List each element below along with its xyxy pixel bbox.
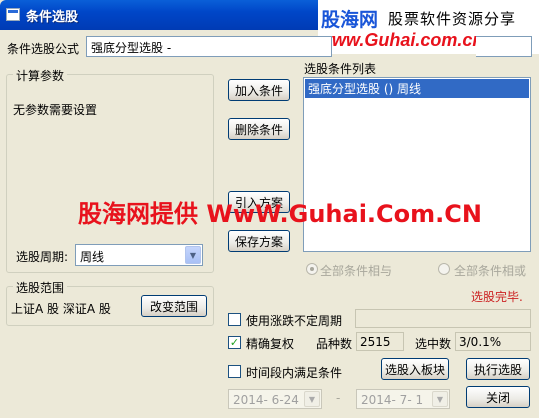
- precise-restore-label: 精确复权: [246, 337, 295, 351]
- start-date-picker[interactable]: 2014- 6-24 ▼: [228, 389, 322, 409]
- add-condition-button[interactable]: 加入条件: [228, 79, 290, 101]
- all-or-radio[interactable]: [438, 263, 450, 275]
- formula-input[interactable]: 强底分型选股 -: [86, 36, 332, 57]
- close-button[interactable]: 关闭: [466, 386, 530, 408]
- period-value: 周线: [80, 250, 105, 264]
- status-text: 选股完毕.: [471, 290, 523, 304]
- uneven-period-field: [355, 309, 531, 328]
- window-title: 条件选股: [26, 10, 79, 25]
- delete-condition-button[interactable]: 删除条件: [228, 118, 290, 140]
- to-block-button[interactable]: 选股入板块: [381, 358, 449, 380]
- count-value: 2515: [356, 332, 404, 351]
- chevron-down-icon[interactable]: ▼: [432, 391, 448, 407]
- formula-input-tail: [476, 36, 532, 57]
- range-legend: 选股范围: [13, 279, 68, 296]
- end-date-value: 2014- 7- 1: [361, 393, 424, 407]
- selected-value: 3/0.1%: [455, 332, 531, 351]
- save-scheme-button[interactable]: 保存方案: [228, 230, 290, 252]
- start-date-value: 2014- 6-24: [233, 393, 299, 407]
- all-and-radio[interactable]: [306, 263, 318, 275]
- watermark-url: www.Guhai.com.cn: [318, 30, 484, 50]
- chevron-down-icon[interactable]: ▼: [304, 391, 320, 407]
- all-and-label: 全部条件相与: [320, 264, 393, 278]
- condition-list-label: 选股条件列表: [304, 62, 377, 76]
- time-period-checkbox[interactable]: [228, 365, 241, 378]
- watermark-overlay: 股海网提供 WwW.Guhai.Com.CN: [78, 200, 482, 228]
- execute-button[interactable]: 执行选股: [466, 358, 530, 380]
- chevron-down-icon[interactable]: ▼: [185, 246, 201, 264]
- date-separator: -: [336, 391, 341, 405]
- checkmark-icon: ✓: [229, 336, 240, 349]
- count-label: 品种数: [316, 337, 353, 351]
- list-item[interactable]: 强底分型选股 () 周线: [305, 79, 529, 98]
- precise-restore-checkbox[interactable]: ✓: [228, 336, 241, 349]
- params-legend: 计算参数: [13, 67, 68, 84]
- time-period-label: 时间段内满足条件: [246, 366, 343, 380]
- change-range-button[interactable]: 改变范围: [141, 295, 207, 317]
- period-label: 选股周期:: [16, 250, 69, 264]
- app-icon: [6, 8, 20, 21]
- formula-label: 条件选股公式: [7, 42, 80, 56]
- uneven-period-label: 使用涨跌不定周期: [246, 314, 343, 328]
- selected-label: 选中数: [415, 337, 452, 351]
- watermark-brand: 股海网: [321, 9, 379, 31]
- watermark-slogan: 股票软件资源分享: [388, 10, 517, 28]
- period-select[interactable]: 周线 ▼: [75, 244, 203, 266]
- uneven-period-checkbox[interactable]: [228, 313, 241, 326]
- end-date-picker[interactable]: 2014- 7- 1 ▼: [356, 389, 450, 409]
- params-message: 无参数需要设置: [13, 103, 98, 117]
- range-value: 上证A 股 深证A 股: [11, 302, 111, 316]
- all-or-label: 全部条件相或: [454, 264, 527, 278]
